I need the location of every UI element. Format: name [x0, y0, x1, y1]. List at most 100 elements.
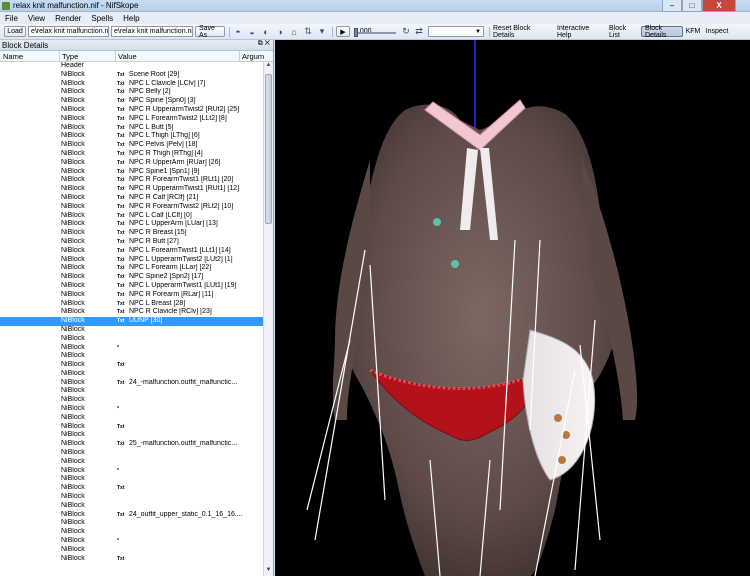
table-row[interactable]: ▷31 NiSkinDataNiBlock* [0, 344, 263, 353]
table-row[interactable]: ▷13 NiNodeNiBlockTxtNPC R UpperarmTwist1… [0, 185, 263, 194]
column-argument[interactable]: Argum [242, 52, 264, 61]
table-row[interactable]: ▷44 BSDismem...NiBlock [0, 458, 263, 467]
row-value[interactable]: NPC Spine1 [Spn1] [9] [129, 168, 261, 177]
minimize-button[interactable]: – [662, 0, 682, 12]
table-row[interactable]: ▷25 NiNodeNiBlockTxtNPC R Forearm [RLar]… [0, 291, 263, 300]
table-row[interactable]: ▷53 NiSkinDataNiBlock* [0, 537, 263, 546]
row-value[interactable]: NPC Spine [Spn0] [3] [129, 97, 261, 106]
block-details-button[interactable]: Block Details [641, 25, 683, 39]
table-row[interactable]: ▷33 BSLighti...NiBlockTxt [0, 361, 263, 370]
table-row[interactable]: ▷24 NiNodeNiBlockTxtNPC L UpperarmTwist1… [0, 282, 263, 291]
table-row[interactable]: ▷5 NiNodeNiBlockTxtNPC L ForearmTwist2 [… [0, 115, 263, 124]
row-value[interactable]: NPC R UpperArm [RUar] [26] [129, 159, 261, 168]
table-row[interactable]: ▷21 NiNodeNiBlockTxtNPC L UpperarmTwist2… [0, 256, 263, 265]
table-row[interactable]: ▷15 NiNodeNiBlockTxtNPC R ForearmTwist2 … [0, 203, 263, 212]
table-row[interactable]: ▷28 NiTriShapeNiBlockTxtUUNP [30] [0, 317, 263, 326]
table-row[interactable]: ▷50 NiTriShapeNiBlockTxt24_outfit_upper_… [0, 511, 263, 520]
table-row[interactable]: ▷26 NiNodeNiBlockTxtNPC L Breast [28] [0, 300, 263, 309]
close-icon[interactable]: ✕ [265, 40, 270, 47]
save-path-field[interactable]: e\relax knit malfunction.nif [111, 26, 193, 37]
row-value[interactable]: NPC Pelvis [Pelv] [18] [129, 141, 261, 150]
table-row[interactable]: ▷10 NiNodeNiBlockTxtNPC R UpperArm [RUar… [0, 159, 263, 168]
view-perspective-icon[interactable]: ▾ [316, 26, 328, 37]
column-divider[interactable] [115, 51, 116, 62]
float-icon[interactable]: ⧉ [258, 40, 263, 47]
scrollbar-thumb[interactable] [265, 74, 272, 224]
table-row[interactable]: ▷3 NiNodeNiBlockTxtNPC Spine [Spn0] [3] [0, 97, 263, 106]
column-divider[interactable] [59, 51, 60, 62]
table-row[interactable]: ▷52 BSDismem...NiBlock [0, 528, 263, 537]
menu-view[interactable]: View [23, 14, 50, 23]
row-value[interactable]: NPC L UpperarmTwist2 [LUt2] [1] [129, 256, 261, 265]
maximize-button[interactable]: □ [682, 0, 702, 12]
table-row[interactable]: ▷7 NiNodeNiBlockTxtNPC L Thigh [LThg] [6… [0, 132, 263, 141]
row-value[interactable]: NPC L UpperArm [LUar] [13] [129, 220, 261, 229]
table-row[interactable]: ▷43 NiTriShapeNiBlock [0, 449, 263, 458]
table-row[interactable]: ▷38 NiSkinDataNiBlock* [0, 405, 263, 414]
table-row[interactable]: ▷0 NiNodeNiBlockTxtScene Root [29] [0, 71, 263, 80]
table-row[interactable]: ▷55 BSLighti...NiBlockTxt [0, 555, 263, 564]
time-slider-thumb[interactable] [354, 28, 358, 37]
vertical-scrollbar[interactable]: ▲ ▼ [263, 62, 273, 576]
table-row[interactable]: ▷6 NiNodeNiBlockTxtNPC L Butt [5] [0, 124, 263, 133]
table-row[interactable]: ▷48 BSShader...NiBlock [0, 493, 263, 502]
interactive-help-button[interactable]: Interactive Help [557, 25, 605, 39]
load-path-field[interactable]: e\relax knit malfunction.nif [28, 26, 109, 37]
table-row[interactable]: ▷16 NiNodeNiBlockTxtNPC L Calf [LClf] [0… [0, 212, 263, 221]
table-row[interactable]: ▷12 NiNodeNiBlockTxtNPC R ForearmTwist1 … [0, 176, 263, 185]
table-row[interactable]: ▷42 NiTriShapeNiBlockTxt25_-malfunction.… [0, 440, 263, 449]
column-divider[interactable] [239, 51, 240, 62]
table-row[interactable]: ▷1 NiNodeNiBlockTxtNPC L Clavicle [LClv]… [0, 80, 263, 89]
reset-block-details-button[interactable]: Reset Block Details [493, 25, 551, 39]
table-row[interactable]: ▷54 NiSkinPa...NiBlock [0, 546, 263, 555]
table-row[interactable]: ▷37 BSDismem...NiBlock [0, 396, 263, 405]
time-slider-track[interactable] [354, 32, 396, 34]
table-row[interactable]: ▷45 NiSkinDataNiBlock* [0, 467, 263, 476]
row-value[interactable]: NPC L Clavicle [LClv] [7] [129, 80, 261, 89]
switch-icon[interactable]: ⇄ [413, 26, 425, 37]
row-value[interactable]: NPC R UpperarmTwist1 [RUt1] [12] [129, 185, 261, 194]
menu-file[interactable]: File [0, 14, 23, 23]
row-value[interactable]: NPC L Breast [28] [129, 300, 261, 309]
menu-render[interactable]: Render [50, 14, 86, 23]
scroll-down-icon[interactable]: ▼ [264, 567, 273, 576]
kfm-button[interactable]: KFM [685, 26, 701, 37]
table-row[interactable]: ▷23 NiNodeNiBlockTxtNPC Spine2 [Spn2] [1… [0, 273, 263, 282]
table-row[interactable]: ▷27 NiNodeNiBlockTxtNPC R Clavicle [RClv… [0, 308, 263, 317]
row-value[interactable]: NPC L ForearmTwist1 [LLt1] [14] [129, 247, 261, 256]
menu-help[interactable]: Help [118, 14, 144, 23]
table-row[interactable]: ▷17 NiNodeNiBlockTxtNPC L UpperArm [LUar… [0, 220, 263, 229]
table-row[interactable]: ▷46 NiSkinPa...NiBlock [0, 475, 263, 484]
row-value[interactable]: NPC R Thigh [RThg] [4] [129, 150, 261, 159]
close-button[interactable]: X [702, 0, 736, 12]
animation-select[interactable]: ▼ [428, 26, 484, 37]
row-value[interactable]: NPC R Forearm [RLar] [11] [129, 291, 261, 300]
table-row[interactable]: ▷19 NiNodeNiBlockTxtNPC R Butt [27] [0, 238, 263, 247]
table-row[interactable]: ▷49 NiAlpha...NiBlock [0, 502, 263, 511]
row-value[interactable]: 24_outfit_upper_static_0.1_16_16.... [129, 511, 261, 520]
table-row[interactable]: ▷36 NiTriShapeNiBlock [0, 387, 263, 396]
column-value[interactable]: Value [118, 52, 137, 61]
render-viewport[interactable] [275, 40, 750, 576]
table-row[interactable]: ▷47 BSLighti...NiBlockTxt [0, 484, 263, 493]
view-side-icon[interactable]: ◐ [260, 26, 272, 37]
table-row[interactable]: ▷41 BSShader...NiBlock [0, 431, 263, 440]
table-row[interactable]: ▷35 NiTriShapeNiBlockTxt24_-malfunction.… [0, 379, 263, 388]
row-value[interactable]: NPC L UpperarmTwist1 [LUt1] [19] [129, 282, 261, 291]
table-row[interactable]: ▷18 NiNodeNiBlockTxtNPC R Breast [15] [0, 229, 263, 238]
inspect-button[interactable]: Inspect [704, 26, 730, 37]
view-user-icon[interactable]: ◑ [274, 26, 286, 37]
table-row[interactable]: ▷34 BSShader...NiBlock [0, 370, 263, 379]
table-row[interactable]: NiHeaderHeader [0, 62, 263, 71]
table-row[interactable]: ▷20 NiNodeNiBlockTxtNPC L ForearmTwist1 … [0, 247, 263, 256]
row-value[interactable]: UUNP [30] [129, 317, 261, 326]
table-row[interactable]: ▷39 NiSkinPa...NiBlock [0, 414, 263, 423]
row-value[interactable]: NPC L Butt [5] [129, 124, 261, 133]
row-value[interactable]: NPC L Forearm [LLar] [22] [129, 264, 261, 273]
row-value[interactable]: NPC R ForearmTwist1 [RLt1] [20] [129, 176, 261, 185]
row-value[interactable]: NPC R UpperarmTwist2 [RUt2] [25] [129, 106, 261, 115]
row-value[interactable]: NPC R Clavicle [RClv] [23] [129, 308, 261, 317]
table-row[interactable]: ▷30 BSDismem...NiBlock [0, 335, 263, 344]
table-row[interactable]: ▷40 BSLighti...NiBlockTxt [0, 423, 263, 432]
row-value[interactable]: 24_-malfunction.outfit_malfunctic... [129, 379, 261, 388]
